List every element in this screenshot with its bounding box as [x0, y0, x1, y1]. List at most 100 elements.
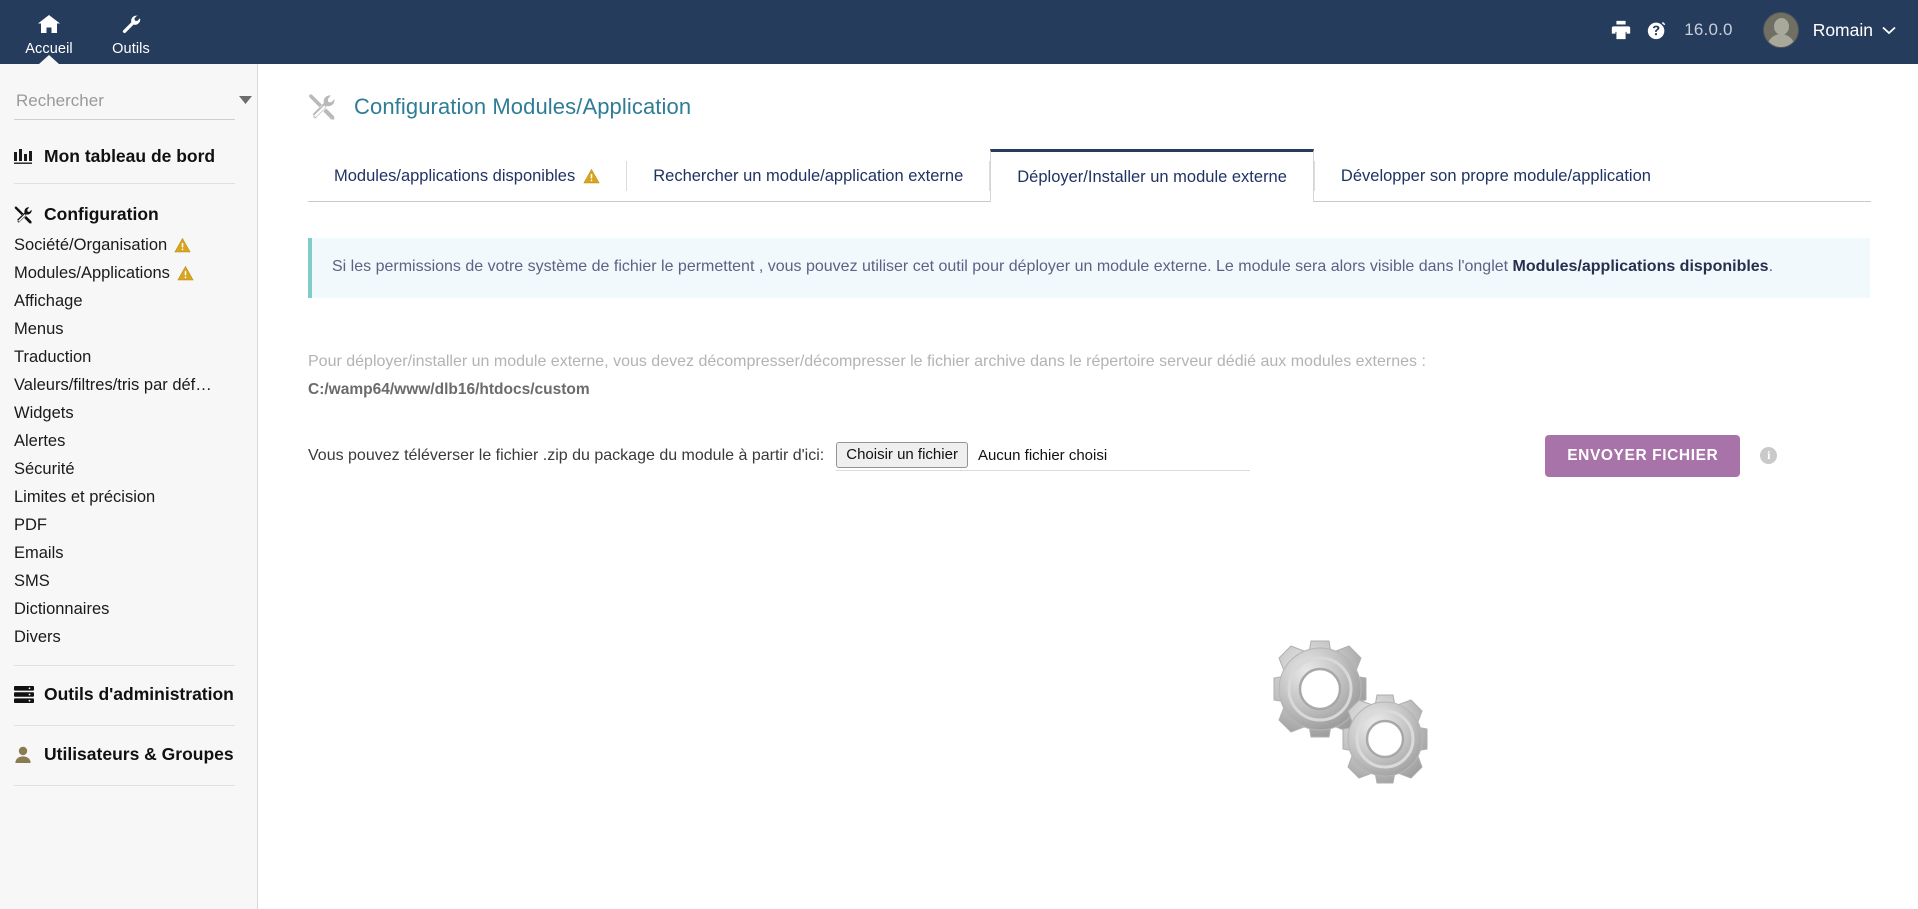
- sidebar-item-config-6[interactable]: Widgets: [0, 399, 257, 427]
- search-input[interactable]: [14, 90, 239, 115]
- file-input-field[interactable]: Choisir un fichier Aucun fichier choisi: [836, 440, 1251, 472]
- sidebar-item-configuration[interactable]: Configuration: [0, 198, 257, 231]
- warning-triangle-icon: [174, 237, 191, 254]
- sidebar-item-label: SMS: [14, 571, 50, 590]
- sidebar-item-label: Sécurité: [14, 459, 75, 478]
- wrench-icon: [120, 13, 142, 35]
- gears-illustration: [1258, 639, 1448, 789]
- info-banner-bold: Modules/applications disponibles: [1512, 258, 1769, 275]
- sidebar-item-config-12[interactable]: SMS: [0, 567, 257, 595]
- sidebar-item-label: Société/Organisation: [14, 235, 168, 254]
- sidebar-item-label: Limites et précision: [14, 487, 156, 506]
- tools-icon: [14, 205, 38, 225]
- warning-triangle-icon: [177, 265, 194, 282]
- info-banner-text-after: .: [1768, 258, 1774, 275]
- chevron-down-icon[interactable]: [239, 95, 256, 111]
- sidebar-item-label: Menus: [14, 319, 64, 338]
- sidebar-item-dashboard-label: Mon tableau de bord: [44, 146, 216, 166]
- top-bar-right: 16.0.0 Romain: [1610, 0, 1918, 60]
- sidebar-item-config-14[interactable]: Divers: [0, 623, 257, 651]
- deploy-instruction-text: Pour déployer/installer un module extern…: [308, 352, 1426, 370]
- sidebar-section-users: Utilisateurs & Groupes: [0, 738, 257, 786]
- send-file-button[interactable]: ENVOYER FICHIER: [1545, 434, 1741, 477]
- choose-file-button[interactable]: Choisir un fichier: [836, 442, 968, 469]
- divider: [14, 785, 235, 786]
- sidebar-item-admin-tools-label: Outils d'administration: [44, 684, 234, 704]
- user-icon: [14, 746, 38, 764]
- sidebar-item-label: Emails: [14, 543, 64, 562]
- sidebar-item-label: Affichage: [14, 291, 83, 310]
- sidebar-section-admin: Outils d'administration: [0, 678, 257, 726]
- sidebar-item-config-2[interactable]: Affichage: [0, 287, 257, 315]
- top-nav: Accueil Outils: [0, 0, 172, 64]
- sidebar-item-dashboard[interactable]: Mon tableau de bord: [0, 140, 257, 173]
- tab-2[interactable]: Déployer/Installer un module externe: [990, 149, 1314, 202]
- sidebar-item-config-7[interactable]: Alertes: [0, 427, 257, 455]
- tab-label: Développer son propre module/application: [1340, 166, 1651, 185]
- info-banner-text: Si les permissions de votre système de f…: [332, 258, 1513, 275]
- sidebar-item-label: Valeurs/filtres/tris par déf…: [14, 375, 212, 394]
- sidebar-item-label: Dictionnaires: [14, 599, 110, 618]
- sidebar-item-config-3[interactable]: Menus: [0, 315, 257, 343]
- sidebar-item-config-11[interactable]: Emails: [0, 539, 257, 567]
- sidebar-item-label: Widgets: [14, 403, 74, 422]
- sidebar-item-label: PDF: [14, 515, 47, 534]
- sidebar-item-config-5[interactable]: Valeurs/filtres/tris par déf…: [0, 371, 257, 399]
- tab-label: Rechercher un module/application externe: [653, 166, 964, 185]
- tab-bar: Modules/applications disponibles Recherch…: [308, 149, 1871, 202]
- tab-label: Modules/applications disponibles: [334, 166, 576, 185]
- deploy-instructions: Pour déployer/installer un module extern…: [308, 350, 1808, 402]
- sidebar-item-admin-tools[interactable]: Outils d'administration: [0, 678, 257, 711]
- sidebar-item-config-4[interactable]: Traduction: [0, 343, 257, 371]
- home-icon: [37, 13, 61, 35]
- sidebar-item-config-13[interactable]: Dictionnaires: [0, 595, 257, 623]
- main-content: Configuration Modules/Application Module…: [258, 64, 1918, 909]
- warning-triangle-icon: [583, 168, 600, 185]
- sidebar-item-config-1[interactable]: Modules/Applications: [0, 259, 257, 287]
- tab-0[interactable]: Modules/applications disponibles: [308, 151, 626, 201]
- top-nav-outils[interactable]: Outils: [90, 0, 172, 64]
- help-question-icon[interactable]: [1646, 19, 1668, 41]
- top-nav-accueil[interactable]: Accueil: [8, 0, 90, 64]
- upload-row: Vous pouvez téléverser le fichier .zip d…: [308, 434, 1918, 477]
- sidebar-item-configuration-label: Configuration: [44, 204, 159, 224]
- deploy-path: C:/wamp64/www/dlb16/htdocs/custom: [308, 380, 590, 398]
- sidebar: Mon tableau de bord Configuration Sociét…: [0, 64, 258, 909]
- divider: [14, 725, 235, 726]
- search-box[interactable]: [14, 86, 252, 120]
- avatar[interactable]: [1762, 12, 1799, 48]
- sidebar-config-list: Société/Organisation Modules/Applications…: [0, 231, 257, 651]
- sidebar-item-users-groups[interactable]: Utilisateurs & Groupes: [0, 738, 257, 771]
- sidebar-item-label: Modules/Applications: [14, 263, 170, 282]
- server-icon: [14, 686, 38, 703]
- printer-icon[interactable]: [1610, 19, 1632, 41]
- tab-1[interactable]: Rechercher un module/application externe: [627, 151, 989, 201]
- sidebar-item-config-0[interactable]: Société/Organisation: [0, 231, 257, 259]
- sidebar-item-label: Alertes: [14, 431, 66, 450]
- tools-icon: [308, 92, 338, 122]
- sidebar-item-config-10[interactable]: PDF: [0, 511, 257, 539]
- sidebar-item-config-9[interactable]: Limites et précision: [0, 483, 257, 511]
- sidebar-item-config-8[interactable]: Sécurité: [0, 455, 257, 483]
- page-title-row: Configuration Modules/Application: [258, 64, 1918, 122]
- tab-3[interactable]: Développer son propre module/application: [1315, 151, 1677, 201]
- tab-label: Déployer/Installer un module externe: [1017, 167, 1287, 186]
- divider: [14, 665, 235, 666]
- sidebar-section-dashboard: Mon tableau de bord: [0, 140, 257, 184]
- top-nav-accueil-label: Accueil: [25, 41, 73, 57]
- page-title: Configuration Modules/Application: [354, 94, 692, 119]
- sidebar-item-label: Divers: [14, 627, 61, 646]
- sidebar-item-users-groups-label: Utilisateurs & Groupes: [44, 744, 234, 764]
- chevron-down-icon[interactable]: [1882, 22, 1896, 38]
- username-label[interactable]: Romain: [1813, 20, 1873, 41]
- divider: [14, 183, 235, 184]
- chosen-file-name: Aucun fichier choisi: [977, 446, 1108, 464]
- chart-bars-icon: [14, 148, 38, 165]
- top-nav-outils-label: Outils: [112, 41, 150, 57]
- version-label: 16.0.0: [1684, 20, 1733, 39]
- upload-label: Vous pouvez téléverser le fichier .zip d…: [308, 446, 825, 464]
- info-circle-icon[interactable]: i: [1760, 447, 1778, 465]
- sidebar-section-configuration: Configuration Société/Organisation Module…: [0, 198, 257, 666]
- sidebar-item-label: Traduction: [14, 347, 92, 366]
- top-bar: Accueil Outils 16.0.0 Romain: [0, 0, 1918, 64]
